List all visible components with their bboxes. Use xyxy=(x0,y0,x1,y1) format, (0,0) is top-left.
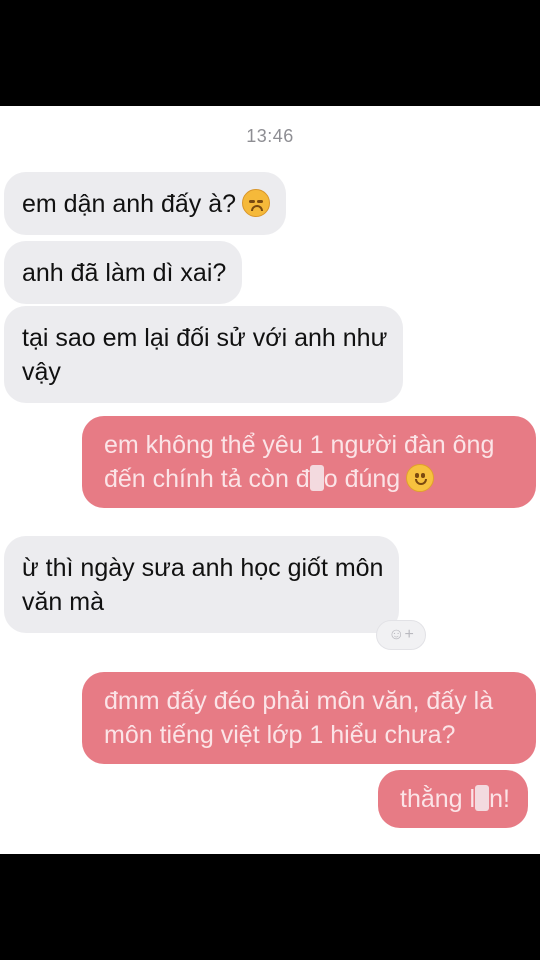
slightly-smiling-face-icon xyxy=(406,464,435,492)
message-text: anh đã làm dì xai? xyxy=(22,259,227,287)
incoming-message-bubble[interactable]: ừ thì ngày sưa anh học giốt môn văn mà xyxy=(4,536,400,633)
chat-screen: 13:46 em dận anh đấy à? anh đã làm dì xa… xyxy=(0,106,540,854)
outgoing-message-bubble[interactable]: thằng l n! xyxy=(378,770,528,828)
message-text-part: o đúng xyxy=(323,465,401,493)
message-text-line: đến chính tả còn đ o đúng xyxy=(104,462,518,496)
censor-mark xyxy=(475,785,490,811)
message-text-part: n! xyxy=(489,785,510,813)
screenshot-frame: { "header": { "timestamp": "13:46" }, "m… xyxy=(0,0,540,960)
message-text: em dận anh đấy à? xyxy=(22,190,237,218)
message-timestamp: 13:46 xyxy=(246,126,294,146)
message-text-line: đmm đấy đéo phải môn văn, đấy là xyxy=(104,687,494,715)
censor-mark xyxy=(309,465,324,491)
message-text-line: môn tiếng việt lớp 1 hiểu chưa? xyxy=(104,721,456,749)
message-text-line: tại sao em lại đối sử với anh như xyxy=(22,324,388,352)
message-text-part: thằng l xyxy=(400,785,476,813)
outgoing-message-bubble[interactable]: em không thể yêu 1 người đàn ông đến chí… xyxy=(82,416,536,508)
outgoing-message-bubble[interactable]: đmm đấy đéo phải môn văn, đấy là môn tiế… xyxy=(82,672,536,764)
incoming-message-bubble[interactable]: anh đã làm dì xai? xyxy=(4,241,243,304)
message-text-part: đến chính tả còn đ xyxy=(104,465,310,493)
add-reaction-button[interactable]: ☺+ xyxy=(376,620,426,650)
incoming-message-bubble[interactable]: em dận anh đấy à? xyxy=(4,172,287,235)
message-text-line: vậy xyxy=(22,358,61,386)
message-text-line: văn mà xyxy=(22,588,104,616)
message-text-line: ừ thì ngày sưa anh học giốt môn xyxy=(22,554,384,582)
incoming-message-bubble[interactable]: tại sao em lại đối sử với anh như vậy xyxy=(4,306,404,403)
message-text-line: em không thể yêu 1 người đàn ông xyxy=(104,431,495,459)
disappointed-face-icon xyxy=(242,189,271,217)
